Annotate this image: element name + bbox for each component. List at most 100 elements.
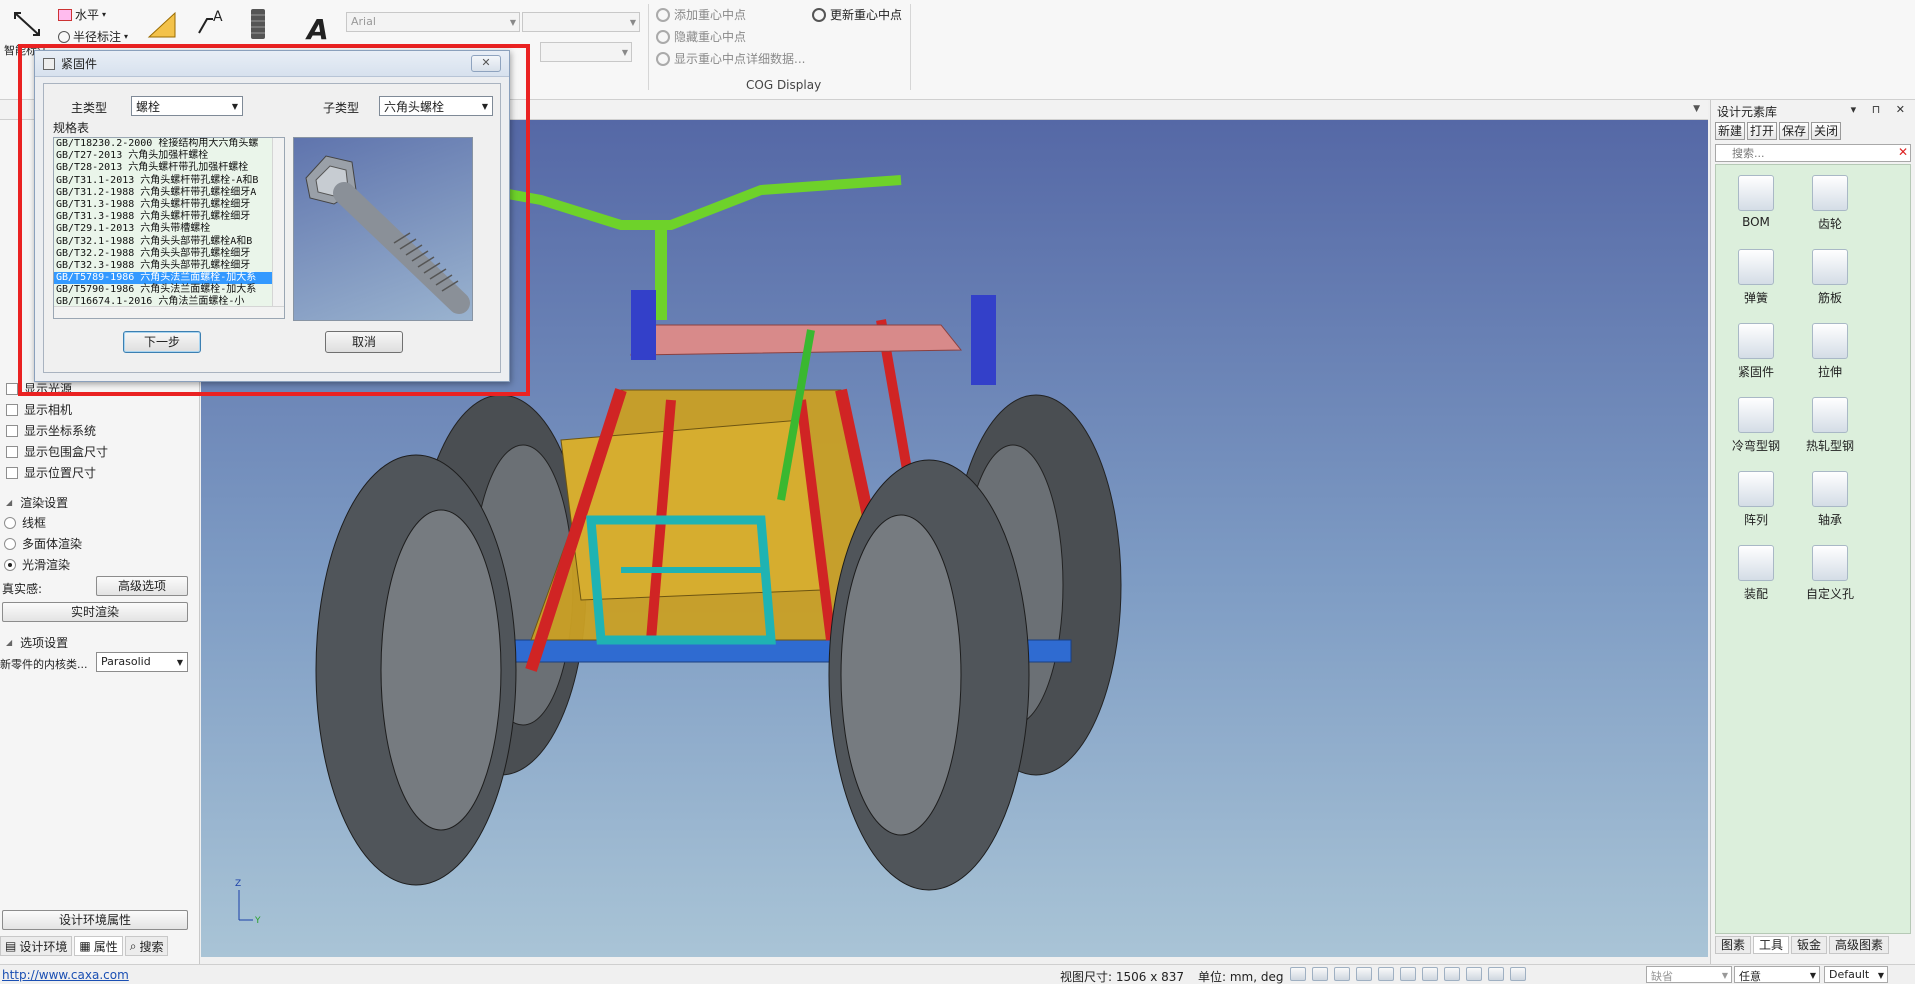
smart-dimension-icon[interactable]	[8, 4, 48, 44]
show-bbox-checkbox[interactable]: 显示包围盒尺寸	[6, 443, 108, 460]
view-orientation-icon[interactable]	[1334, 967, 1350, 981]
add-cog-button[interactable]: 添加重心中点	[656, 6, 746, 23]
vertical-scrollbar[interactable]	[272, 138, 284, 308]
close-library-button[interactable]: 关闭	[1811, 122, 1842, 140]
render-polyhedral-radio[interactable]: 多面体渲染	[4, 535, 82, 552]
save-button[interactable]: 保存	[1779, 122, 1810, 140]
spec-list-item[interactable]: GB/T27-2013 六角头加强杆螺栓	[54, 150, 284, 162]
zoom-icon[interactable]	[1290, 967, 1306, 981]
chevron-down-icon[interactable]: ▼	[1693, 104, 1700, 114]
sub-type-select[interactable]: 六角头螺栓 ▼	[379, 96, 493, 116]
tab-design-env[interactable]: ▤ 设计环境	[0, 936, 73, 956]
library-item-fastener[interactable]: 紧固件	[1716, 323, 1796, 380]
spec-list-item[interactable]: GB/T18230.2-2000 栓接结构用大六角头螺	[54, 138, 284, 150]
library-item-custom-hole[interactable]: 自定义孔	[1790, 545, 1870, 602]
horizontal-button[interactable]: 水平 ▾	[58, 6, 106, 23]
display-icon[interactable]	[1466, 967, 1482, 981]
library-item-bom[interactable]: BOM	[1716, 175, 1796, 229]
library-item-gear[interactable]: 齿轮	[1790, 175, 1870, 232]
radio[interactable]	[4, 558, 16, 571]
leader-text-icon[interactable]: A	[190, 4, 230, 44]
options-settings-header[interactable]: ◢ 选项设置	[6, 634, 68, 651]
checkbox[interactable]	[6, 403, 18, 416]
radio[interactable]	[4, 537, 16, 550]
panel-controls[interactable]: ▾ ⊓ ✕	[1851, 103, 1911, 116]
dialog-titlebar[interactable]: 紧固件	[35, 51, 509, 77]
show-position-checkbox[interactable]: 显示位置尺寸	[6, 464, 96, 481]
library-item-spring[interactable]: 弹簧	[1716, 249, 1796, 306]
kernel-select[interactable]: Parasolid ▼	[96, 652, 188, 672]
angle-dimension-icon[interactable]	[142, 4, 182, 44]
measure-icon[interactable]	[1422, 967, 1438, 981]
style-select[interactable]: Default ▼	[1824, 966, 1888, 983]
library-item-rib[interactable]: 筋板	[1790, 249, 1870, 306]
hide-cog-button[interactable]: 隐藏重心中点	[656, 28, 746, 45]
realtime-render-button[interactable]: 实时渲染	[2, 602, 188, 622]
new-button[interactable]: 新建	[1715, 122, 1746, 140]
tab-advanced-elements[interactable]: 高级图素	[1829, 936, 1890, 954]
spec-list-item[interactable]: GB/T5790-1986 六角头法兰面螺栓-加大系	[54, 284, 284, 296]
spec-list-item[interactable]: GB/T31.3-1988 六角头螺杆带孔螺栓细牙	[54, 211, 284, 223]
advanced-options-button[interactable]: 高级选项	[96, 576, 188, 596]
render-wireframe-radio[interactable]: 线框	[4, 514, 46, 531]
website-link[interactable]: http://www.caxa.com	[2, 968, 129, 982]
library-item-assembly[interactable]: 装配	[1716, 545, 1796, 602]
library-search-input[interactable]: 搜索... ✕	[1715, 144, 1911, 162]
spec-list-item[interactable]: GB/T32.2-1988 六角头头部带孔螺栓细牙	[54, 248, 284, 260]
spec-list-item[interactable]: GB/T31.1-2013 六角头螺杆带孔螺栓-A和B	[54, 175, 284, 187]
tab-elements[interactable]: 图素	[1715, 936, 1752, 954]
text-style-icon[interactable]: A	[298, 6, 338, 46]
tab-tools[interactable]: 工具	[1753, 936, 1790, 954]
show-coordinate-checkbox[interactable]: 显示坐标系统	[6, 422, 96, 439]
material-icon[interactable]	[1400, 967, 1416, 981]
tab-properties[interactable]: ▦ 属性	[74, 936, 123, 956]
radio[interactable]	[4, 516, 16, 529]
cancel-button[interactable]: 取消	[325, 331, 403, 353]
library-item-array[interactable]: 阵列	[1716, 471, 1796, 528]
spec-list-item[interactable]: GB/T32.3-1988 六角头头部带孔螺栓细牙	[54, 260, 284, 272]
view-cube-icon[interactable]	[1356, 967, 1372, 981]
render-settings-header[interactable]: ◢ 渲染设置	[6, 494, 68, 511]
font-name-select[interactable]: Arial ▼	[346, 12, 520, 32]
render-smooth-radio[interactable]: 光滑渲染	[4, 556, 70, 573]
spec-list-item[interactable]: GB/T28-2013 六角头螺杆带孔加强杆螺栓	[54, 162, 284, 174]
close-button[interactable]: ✕	[471, 55, 501, 72]
spec-list-item[interactable]: GB/T31.3-1988 六角头螺杆带孔螺栓细牙	[54, 199, 284, 211]
section-icon[interactable]	[1444, 967, 1460, 981]
checkbox[interactable]	[6, 424, 18, 437]
horizontal-scrollbar[interactable]	[54, 306, 284, 318]
library-item-cold-formed-steel[interactable]: 冷弯型钢	[1716, 397, 1796, 454]
open-button[interactable]: 打开	[1747, 122, 1778, 140]
font-size-select[interactable]: ▼	[522, 12, 640, 32]
render-mode-icon[interactable]	[1378, 967, 1394, 981]
design-env-properties-button[interactable]: 设计环境属性	[2, 910, 188, 930]
clear-search-icon[interactable]: ✕	[1898, 145, 1908, 159]
snap-select[interactable]: 任意 ▼	[1734, 966, 1820, 983]
library-item-hot-rolled-steel[interactable]: 热轧型钢	[1790, 397, 1870, 454]
library-item-bearing[interactable]: 轴承	[1790, 471, 1870, 528]
spec-list-item[interactable]: GB/T32.1-1988 六角头头部带孔螺栓A和B	[54, 236, 284, 248]
zoom-region-icon[interactable]	[1312, 967, 1328, 981]
spec-list-item[interactable]: GB/T29.1-2013 六角头带槽螺栓	[54, 223, 284, 235]
pointer-icon[interactable]	[1488, 967, 1504, 981]
show-cog-details-button[interactable]: 显示重心中点详细数据...	[656, 50, 805, 67]
item-label: 阵列	[1743, 513, 1768, 527]
next-button[interactable]: 下一步	[123, 331, 201, 353]
filter-select[interactable]: 缺省 ▼	[1646, 966, 1732, 983]
main-type-select[interactable]: 螺栓 ▼	[131, 96, 243, 116]
thread-icon[interactable]	[238, 4, 278, 44]
show-camera-checkbox[interactable]: 显示相机	[6, 401, 72, 418]
library-item-extrude[interactable]: 拉伸	[1790, 323, 1870, 380]
radius-dimension-button[interactable]: 半径标注 ▾	[58, 28, 128, 45]
checkbox[interactable]	[6, 382, 18, 395]
update-cog-button[interactable]: 更新重心中点	[812, 6, 902, 23]
tab-sheet-metal[interactable]: 钣金	[1791, 936, 1828, 954]
font-style-select[interactable]: ▼	[540, 42, 632, 62]
checkbox[interactable]	[6, 445, 18, 458]
spec-list-item[interactable]: GB/T5789-1986 六角头法兰面螺栓-加大系	[54, 272, 284, 285]
spec-list[interactable]: GB/T18230.2-2000 栓接结构用大六角头螺 GB/T27-2013 六…	[53, 137, 285, 319]
checkbox[interactable]	[6, 466, 18, 479]
tab-search[interactable]: ⌕ 搜索	[124, 936, 169, 956]
spec-list-item[interactable]: GB/T31.2-1988 六角头螺杆带孔螺栓细牙A	[54, 187, 284, 199]
select-icon[interactable]	[1510, 967, 1526, 981]
